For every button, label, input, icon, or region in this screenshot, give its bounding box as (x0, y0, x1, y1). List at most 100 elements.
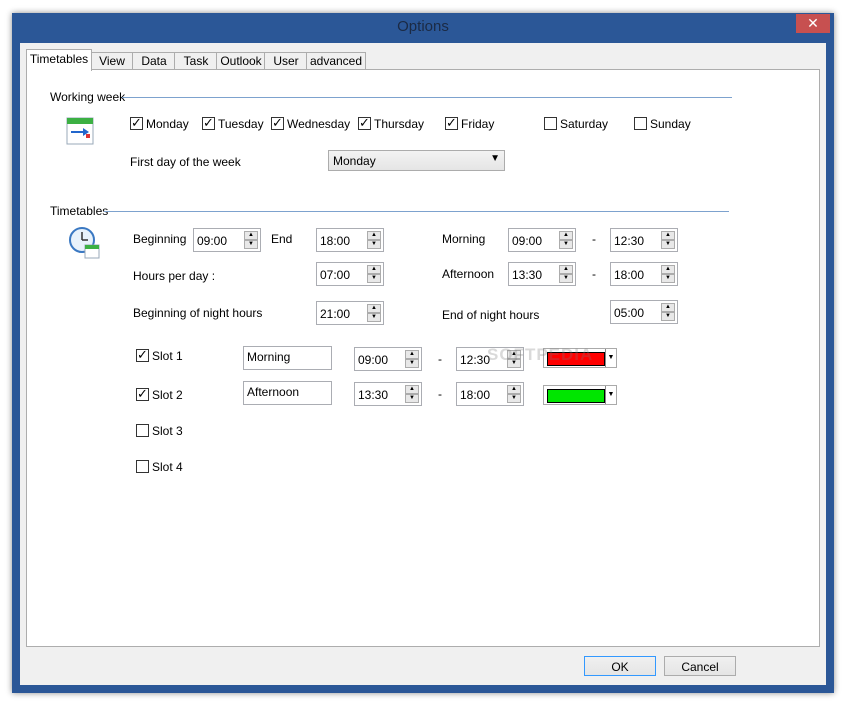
first-day-select[interactable]: Monday ▼ (328, 150, 505, 171)
night-begin-spinner[interactable]: 21:00 ▲ ▼ (316, 301, 384, 325)
spin-up-button[interactable]: ▲ (559, 231, 573, 240)
end-time-spinner[interactable]: 18:00 ▲ ▼ (316, 228, 384, 252)
night-end-spinner[interactable]: 05:00 ▲ ▼ (610, 300, 678, 324)
hours-per-day-label: Hours per day : (133, 269, 216, 283)
end-time-value: 18:00 (320, 234, 351, 248)
slot-2-checkbox[interactable] (136, 386, 149, 402)
tab-user[interactable]: User (264, 52, 308, 70)
slot-4-checkbox[interactable] (136, 460, 149, 473)
tab-advanced[interactable]: advanced (306, 52, 366, 70)
spin-down-button[interactable]: ▼ (367, 313, 381, 322)
spin-down-button[interactable]: ▼ (405, 394, 419, 403)
ok-button[interactable]: OK (584, 656, 656, 676)
monday-checkbox[interactable] (130, 115, 143, 131)
chevron-down-icon: ▼ (490, 153, 500, 164)
spin-down-button[interactable]: ▼ (661, 274, 675, 283)
spin-up-button[interactable]: ▲ (405, 385, 419, 394)
slot-1-start-spinner[interactable]: 09:00 ▲ ▼ (354, 347, 422, 371)
spin-up-button[interactable]: ▲ (405, 350, 419, 359)
slot-1-dash: - (438, 352, 442, 366)
afternoon-start-value: 13:30 (512, 268, 543, 282)
afternoon-end-value: 18:00 (614, 268, 645, 282)
morning-end-spinner[interactable]: 12:30 ▲ ▼ (610, 228, 678, 252)
slot-2-label: Slot 2 (152, 388, 183, 402)
spin-down-button[interactable]: ▼ (559, 274, 573, 283)
slot-2-color-picker[interactable]: ▼ (543, 385, 617, 405)
slot-1-name-field[interactable]: Morning (243, 346, 332, 370)
beginning-time-value: 09:00 (197, 234, 228, 248)
spin-up-button[interactable]: ▲ (367, 265, 381, 274)
calendar-arrow-icon (65, 114, 97, 146)
slot-2-start-value: 13:30 (358, 388, 389, 402)
spin-down-button[interactable]: ▼ (244, 240, 258, 249)
softpedia-watermark: SOFTPEDIA (487, 345, 594, 364)
chevron-down-icon: ▼ (605, 386, 616, 404)
friday-checkbox[interactable] (445, 115, 458, 131)
sunday-checkbox[interactable] (634, 117, 647, 130)
beginning-label: Beginning (133, 232, 187, 246)
morning-end-value: 12:30 (614, 234, 645, 248)
spin-up-button[interactable]: ▲ (367, 231, 381, 240)
cancel-button[interactable]: Cancel (664, 656, 736, 676)
spin-down-button[interactable]: ▼ (367, 240, 381, 249)
slot-1-start-value: 09:00 (358, 353, 389, 367)
spin-down-button[interactable]: ▼ (661, 240, 675, 249)
slot-1-label: Slot 1 (152, 349, 183, 363)
spin-down-button[interactable]: ▼ (367, 274, 381, 283)
tab-task[interactable]: Task (174, 52, 218, 70)
slot-2-end-value: 18:00 (460, 388, 491, 402)
spin-up-button[interactable]: ▲ (507, 385, 521, 394)
clock-calendar-icon (67, 225, 103, 261)
slot-2-name-field[interactable]: Afternoon (243, 381, 332, 405)
spin-down-button[interactable]: ▼ (559, 240, 573, 249)
slot-3-checkbox[interactable] (136, 424, 149, 437)
morning-start-spinner[interactable]: 09:00 ▲ ▼ (508, 228, 576, 252)
slot-4-label: Slot 4 (152, 460, 183, 474)
hours-per-day-value: 07:00 (320, 268, 351, 282)
title-bar[interactable]: Options ✕ (12, 13, 834, 42)
slot-2-color-swatch (547, 389, 605, 403)
night-begin-label: Beginning of night hours (133, 306, 263, 320)
chevron-down-icon: ▼ (605, 349, 616, 367)
spin-up-button[interactable]: ▲ (244, 231, 258, 240)
spin-down-button[interactable]: ▼ (507, 394, 521, 403)
night-end-value: 05:00 (614, 306, 645, 320)
spin-up-button[interactable]: ▲ (367, 304, 381, 313)
spin-down-button[interactable]: ▼ (405, 359, 419, 368)
slot-1-end-value: 12:30 (460, 353, 491, 367)
afternoon-label: Afternoon (442, 267, 495, 281)
timetables-divider (104, 211, 729, 212)
night-begin-value: 21:00 (320, 307, 351, 321)
hours-per-day-spinner[interactable]: 07:00 ▲ ▼ (316, 262, 384, 286)
spin-down-button[interactable]: ▼ (661, 312, 675, 321)
spin-up-button[interactable]: ▲ (661, 303, 675, 312)
slot-2-name-value: Afternoon (247, 385, 300, 399)
working-week-divider (122, 97, 732, 98)
spin-up-button[interactable]: ▲ (661, 231, 675, 240)
tab-outlook[interactable]: Outlook (216, 52, 266, 70)
close-button[interactable]: ✕ (796, 14, 830, 33)
slot-2-end-spinner[interactable]: 18:00 ▲ ▼ (456, 382, 524, 406)
beginning-time-spinner[interactable]: 09:00 ▲ ▼ (193, 228, 261, 252)
morning-start-value: 09:00 (512, 234, 543, 248)
afternoon-start-spinner[interactable]: 13:30 ▲ ▼ (508, 262, 576, 286)
tab-data[interactable]: Data (132, 52, 176, 70)
saturday-checkbox[interactable] (544, 117, 557, 130)
tuesday-label: Tuesday (218, 117, 264, 131)
timetables-heading: Timetables (50, 204, 109, 218)
slot-1-checkbox[interactable] (136, 347, 149, 363)
afternoon-end-spinner[interactable]: 18:00 ▲ ▼ (610, 262, 678, 286)
wednesday-checkbox[interactable] (271, 115, 284, 131)
morning-label: Morning (442, 232, 486, 246)
morning-dash: - (592, 232, 596, 246)
slot-2-start-spinner[interactable]: 13:30 ▲ ▼ (354, 382, 422, 406)
tab-view[interactable]: View (90, 52, 134, 70)
tuesday-checkbox[interactable] (202, 115, 215, 131)
thursday-checkbox[interactable] (358, 115, 371, 131)
window-title: Options (397, 18, 449, 35)
night-end-label: End of night hours (442, 308, 540, 322)
tab-timetables[interactable]: Timetables (26, 49, 92, 71)
slot-1-name-value: Morning (247, 350, 291, 364)
spin-up-button[interactable]: ▲ (661, 265, 675, 274)
spin-up-button[interactable]: ▲ (559, 265, 573, 274)
